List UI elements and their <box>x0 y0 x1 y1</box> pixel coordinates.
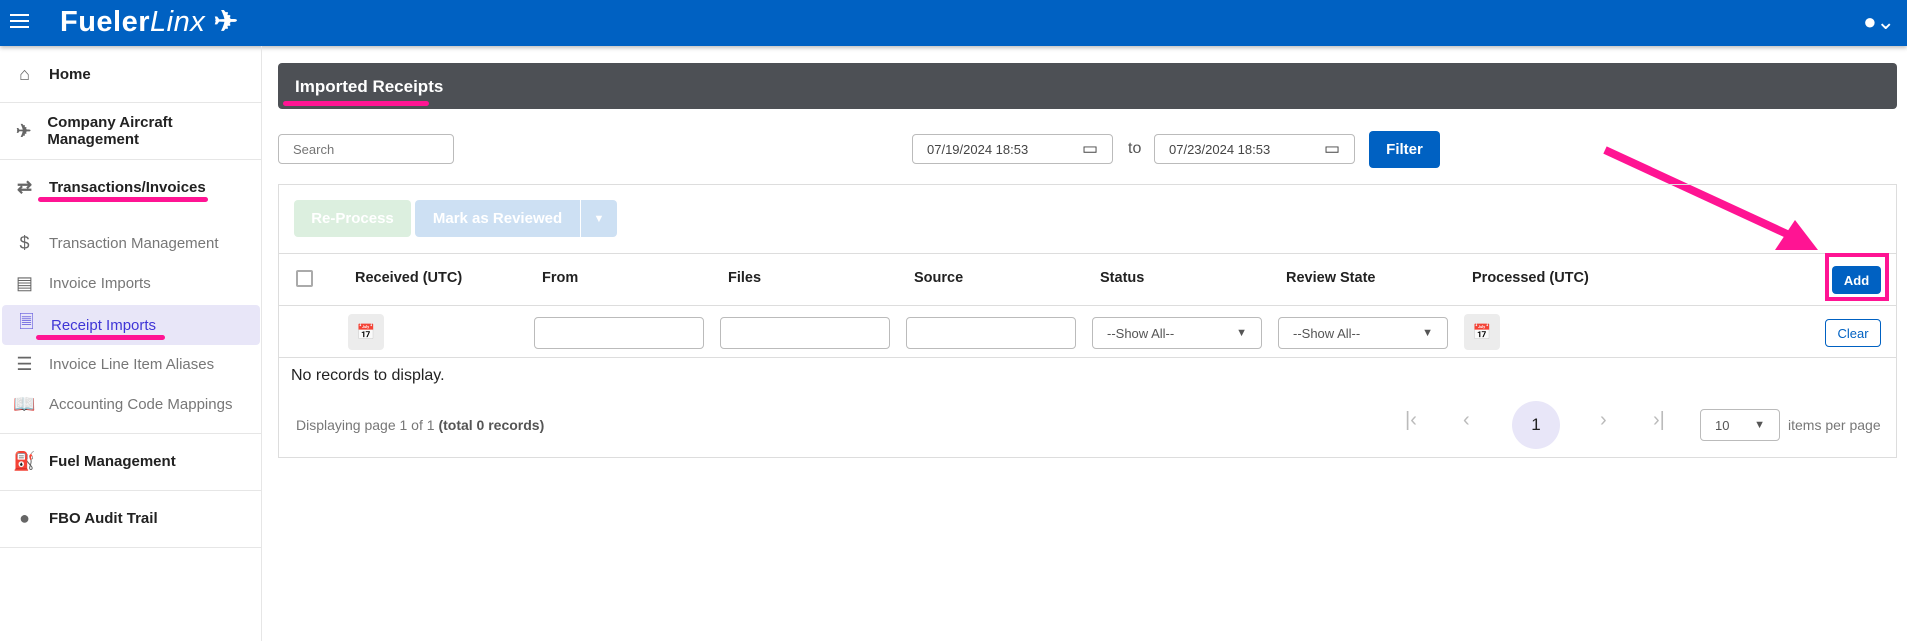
column-header-processed[interactable]: Processed (UTC) <box>1472 270 1589 286</box>
pager-total: (total 0 records) <box>438 417 545 433</box>
divider <box>0 102 261 103</box>
date-to-field[interactable]: 07/23/2024 18:53 ▭ <box>1154 134 1355 164</box>
hamburger-menu-icon[interactable] <box>10 14 29 30</box>
sidebar-item-transaction-management[interactable]: $ Transaction Management <box>0 227 261 259</box>
sidebar-item-label: Company Aircraft Management <box>47 114 173 148</box>
column-header-received[interactable]: Received (UTC) <box>355 270 462 286</box>
clear-button[interactable]: Clear <box>1825 319 1881 347</box>
airplane-icon: ✈ <box>16 120 32 141</box>
divider <box>0 433 261 434</box>
dollar-icon: $ <box>19 232 30 253</box>
divider <box>0 490 261 491</box>
pager-info-text: Displaying page 1 of 1 <box>296 417 435 433</box>
sidebar-item-label: Transaction Management <box>49 234 219 252</box>
processed-date-filter-calendar-icon[interactable]: 📅 <box>1464 314 1500 350</box>
fuelerlinx-logo[interactable]: FuelerLinx ✈ <box>60 4 239 39</box>
fuel-pump-icon: ⛽ <box>13 450 36 471</box>
pager-info: Displaying page 1 of 1 (total 0 records) <box>296 417 544 433</box>
sidebar-item-company-aircraft[interactable]: ✈ Company Aircraft Management <box>0 114 261 148</box>
files-filter-input[interactable] <box>720 317 890 349</box>
sidebar: ⌂ Home ✈ Company Aircraft Management ⇄ Tran… <box>0 46 262 641</box>
source-filter-input[interactable] <box>906 317 1076 349</box>
status-filter-select[interactable]: --Show All-- ▼ <box>1092 317 1262 349</box>
page-header: Imported Receipts <box>278 63 1897 109</box>
sidebar-item-label: Receipt Imports <box>51 316 157 334</box>
received-date-filter-calendar-icon[interactable]: 📅 <box>348 314 384 350</box>
invoice-icon: ▤ <box>15 272 33 293</box>
page-1-button[interactable]: 1 <box>1512 401 1560 449</box>
date-to-value: 07/23/2024 18:53 <box>1169 141 1271 157</box>
chevron-down-icon: ▼ <box>1754 419 1765 431</box>
empty-message: No records to display. <box>291 367 445 384</box>
sidebar-item-fbo-audit-trail[interactable]: ● FBO Audit Trail <box>0 502 261 534</box>
sidebar-item-accounting-code-mappings[interactable]: 📖 Accounting Code Mappings <box>0 388 261 420</box>
column-header-status[interactable]: Status <box>1100 270 1144 286</box>
sidebar-item-label: Home <box>49 65 91 83</box>
receipts-grid: Re-Process Mark as Reviewed ▼ Received (… <box>278 184 1897 458</box>
sidebar-item-invoice-line-item-aliases[interactable]: ☰ Invoice Line Item Aliases <box>0 348 261 380</box>
sidebar-item-home[interactable]: ⌂ Home <box>0 58 261 90</box>
sidebar-item-invoice-imports[interactable]: ▤ Invoice Imports <box>0 267 261 299</box>
column-header-files[interactable]: Files <box>728 270 761 286</box>
sidebar-item-label: Transactions/Invoices <box>49 178 206 196</box>
top-bar: FuelerLinx ✈ ●⌄ <box>0 0 1907 46</box>
book-icon: 📖 <box>13 393 36 414</box>
divider <box>0 547 261 548</box>
review-state-filter-select[interactable]: --Show All-- ▼ <box>1278 317 1448 349</box>
review-state-filter-value: --Show All-- <box>1293 325 1361 341</box>
account-icon: ● <box>19 507 30 528</box>
from-filter-input[interactable] <box>534 317 704 349</box>
page-title: Imported Receipts <box>295 77 444 96</box>
chevron-down-icon: ▼ <box>1236 327 1247 339</box>
select-all-checkbox[interactable] <box>296 270 313 287</box>
calendar-icon[interactable]: ▭ <box>1082 139 1098 159</box>
next-page-icon[interactable]: › <box>1600 409 1607 432</box>
sidebar-item-label: Invoice Imports <box>49 274 151 292</box>
sidebar-item-label: Fuel Management <box>49 452 176 470</box>
to-label: to <box>1128 140 1142 157</box>
reprocess-button[interactable]: Re-Process <box>294 200 411 237</box>
column-header-from[interactable]: From <box>542 270 578 286</box>
user-account-icon[interactable]: ●⌄ <box>1863 9 1895 35</box>
date-from-value: 07/19/2024 18:53 <box>927 141 1029 157</box>
sidebar-item-label: FBO Audit Trail <box>49 509 158 527</box>
swap-icon: ⇄ <box>16 176 33 197</box>
first-page-icon[interactable]: |‹ <box>1405 409 1417 432</box>
annotation-underline <box>283 101 429 106</box>
page-size-value: 10 <box>1715 417 1730 433</box>
annotation-underline <box>38 197 208 202</box>
divider <box>0 159 261 160</box>
previous-page-icon[interactable]: ‹ <box>1463 409 1470 432</box>
date-from-field[interactable]: 07/19/2024 18:53 ▭ <box>912 134 1113 164</box>
status-filter-value: --Show All-- <box>1107 325 1175 341</box>
sidebar-item-label: Accounting Code Mappings <box>49 395 233 413</box>
column-header-review-state[interactable]: Review State <box>1286 270 1375 286</box>
annotation-underline <box>36 335 165 340</box>
calendar-icon[interactable]: ▭ <box>1324 139 1340 159</box>
page-size-select[interactable]: 10 ▼ <box>1700 409 1780 441</box>
home-icon: ⌂ <box>19 63 30 84</box>
filter-button[interactable]: Filter <box>1369 131 1440 168</box>
mark-as-reviewed-button[interactable]: Mark as Reviewed <box>415 200 580 237</box>
chevron-down-icon[interactable]: ▼ <box>581 200 617 237</box>
sidebar-item-label: Invoice Line Item Aliases <box>49 355 215 373</box>
list-icon: ☰ <box>16 353 33 374</box>
sidebar-item-fuel-management[interactable]: ⛽ Fuel Management <box>0 445 261 477</box>
last-page-icon[interactable]: ›| <box>1653 409 1665 432</box>
annotation-highlight-box <box>1825 253 1889 301</box>
search-input[interactable] <box>278 134 454 164</box>
items-per-page-label: items per page <box>1788 417 1881 433</box>
chevron-down-icon: ▼ <box>1422 327 1433 339</box>
column-header-source[interactable]: Source <box>914 270 963 286</box>
